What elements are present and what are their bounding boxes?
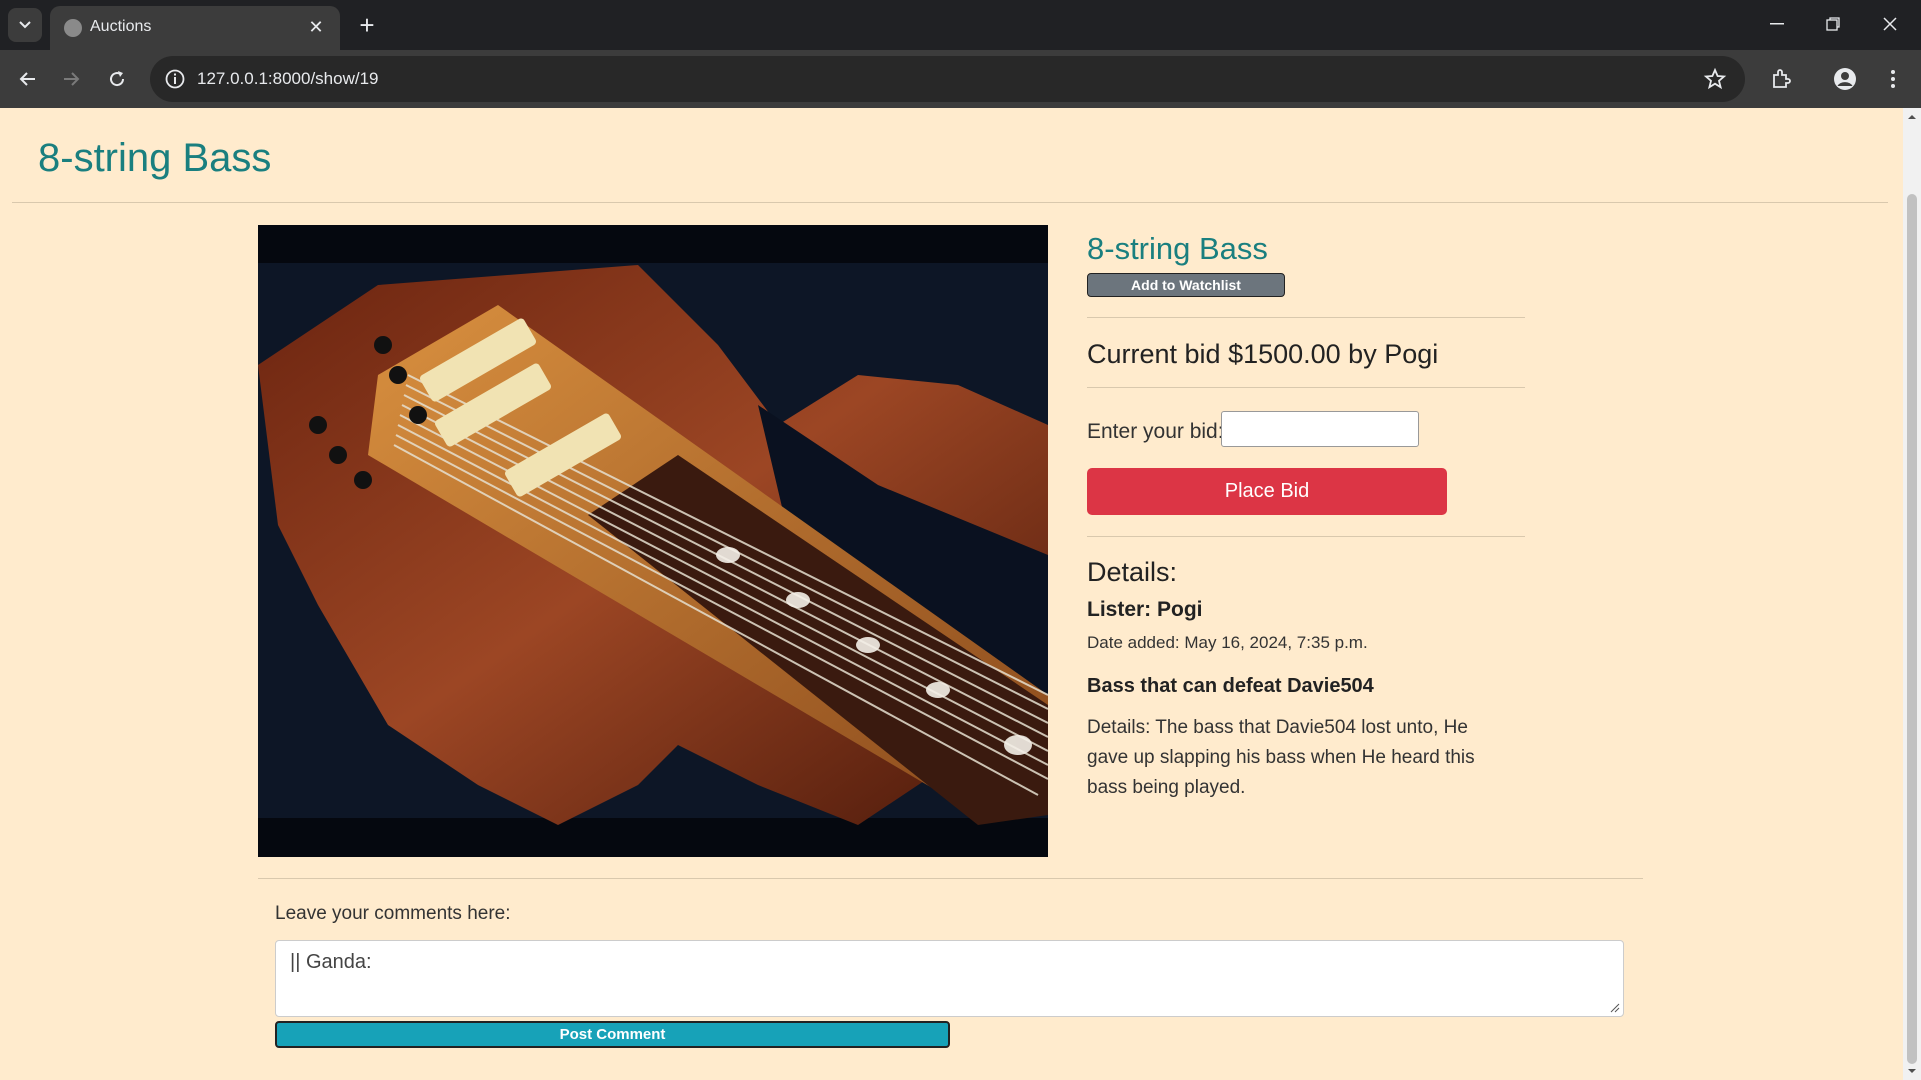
add-to-watchlist-button[interactable]: Add to Watchlist	[1087, 273, 1285, 297]
listing-title: 8-string Bass	[1087, 231, 1268, 266]
comment-label: Leave your comments here:	[275, 903, 511, 924]
page-title: 8-string Bass	[38, 136, 272, 180]
divider	[1087, 317, 1525, 318]
close-icon[interactable]: ✕	[304, 15, 328, 39]
comment-draft: || Ganda:	[290, 951, 372, 973]
listing-description: Details: The bass that Davie504 lost unt…	[1087, 717, 1475, 798]
tab-title: Auctions	[90, 18, 152, 35]
forward-icon[interactable]	[55, 62, 89, 96]
scroll-down-icon[interactable]	[1907, 1066, 1917, 1076]
resize-grip-icon[interactable]	[1610, 1003, 1620, 1013]
globe-icon	[64, 19, 82, 37]
browser-chrome: Auctions ✕ + 127.0.0.1:8000/show/19	[0, 0, 1921, 108]
info-icon[interactable]	[164, 68, 186, 90]
star-icon[interactable]	[1703, 67, 1727, 91]
tab-auctions[interactable]: Auctions ✕	[50, 6, 340, 50]
listing-subtitle: Bass that can defeat Davie504	[1087, 675, 1374, 697]
divider	[12, 202, 1888, 203]
browser-toolbar: 127.0.0.1:8000/show/19	[0, 50, 1921, 108]
comment-textarea[interactable]: || Ganda:	[275, 940, 1624, 1017]
url-text: 127.0.0.1:8000/show/19	[197, 69, 379, 88]
details-heading: Details:	[1087, 557, 1178, 587]
scrollbar-thumb[interactable]	[1907, 194, 1917, 1064]
divider	[1087, 536, 1525, 537]
address-bar[interactable]: 127.0.0.1:8000/show/19	[150, 56, 1745, 102]
minimize-icon[interactable]	[1757, 8, 1797, 40]
bid-label: Enter your bid:	[1087, 420, 1224, 443]
bid-input[interactable]	[1221, 411, 1419, 447]
profile-icon[interactable]	[1828, 62, 1862, 96]
scroll-up-icon[interactable]	[1907, 112, 1917, 122]
plus-icon[interactable]: +	[352, 10, 382, 40]
divider	[1087, 387, 1525, 388]
page-content: 8-string Bass 8-string Bass Add to Watch…	[0, 108, 1903, 1080]
product-image	[258, 225, 1048, 857]
date-added: Date added: May 16, 2024, 7:35 p.m.	[1087, 633, 1368, 652]
page-scrollbar[interactable]	[1903, 108, 1921, 1080]
divider	[258, 878, 1643, 879]
tab-search-icon[interactable]	[8, 8, 42, 42]
reload-icon[interactable]	[100, 62, 134, 96]
lister: Lister: Pogi	[1087, 598, 1203, 621]
restore-icon[interactable]	[1813, 8, 1853, 40]
menu-icon[interactable]	[1876, 62, 1910, 96]
close-window-icon[interactable]	[1870, 8, 1910, 40]
tab-strip: Auctions ✕ +	[0, 0, 1921, 50]
back-icon[interactable]	[10, 62, 44, 96]
post-comment-button[interactable]: Post Comment	[275, 1021, 950, 1048]
place-bid-button[interactable]: Place Bid	[1087, 468, 1447, 515]
extensions-icon[interactable]	[1764, 62, 1798, 96]
current-bid: Current bid $1500.00 by Pogi	[1087, 339, 1439, 369]
